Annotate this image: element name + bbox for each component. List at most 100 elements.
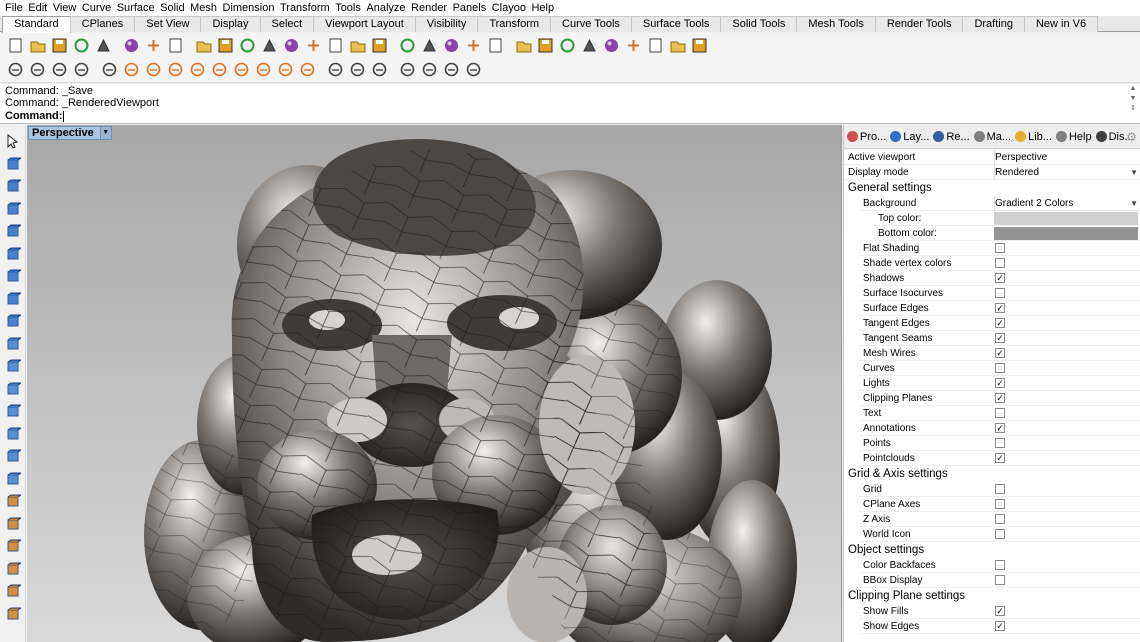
triangle-icon[interactable] xyxy=(164,59,186,81)
arc-icon[interactable] xyxy=(3,266,23,286)
setting-world-icon[interactable]: World Icon xyxy=(844,527,1140,542)
filter-icon[interactable] xyxy=(120,59,142,81)
tab-viewport-layout[interactable]: Viewport Layout xyxy=(313,16,416,32)
plane-icon[interactable] xyxy=(3,469,23,489)
car-icon[interactable] xyxy=(396,34,418,56)
globe-icon[interactable] xyxy=(666,34,688,56)
tab-curve-tools[interactable]: Curve Tools xyxy=(550,16,632,32)
tab-surface-tools[interactable]: Surface Tools xyxy=(630,16,722,32)
setting-z-axis-checkbox[interactable] xyxy=(995,514,1005,524)
menu-item-solid[interactable]: Solid xyxy=(158,0,188,16)
tab-select[interactable]: Select xyxy=(259,16,315,32)
setting-tangent-seams[interactable]: Tangent Seams ✓ xyxy=(844,331,1140,346)
lamp-icon[interactable] xyxy=(440,59,462,81)
setting-tangent-edges[interactable]: Tangent Edges ✓ xyxy=(844,316,1140,331)
setting-flat-shading[interactable]: Flat Shading xyxy=(844,241,1140,256)
tripod-icon[interactable] xyxy=(186,59,208,81)
print-icon[interactable] xyxy=(70,34,92,56)
command-prompt[interactable]: Command: xyxy=(5,110,65,123)
panel-tab-properties[interactable]: Pro... xyxy=(847,131,886,143)
render-sphere-icon[interactable] xyxy=(600,34,622,56)
box2-icon[interactable] xyxy=(368,59,390,81)
target-icon[interactable] xyxy=(462,59,484,81)
setting-top-color-swatch[interactable] xyxy=(994,212,1138,225)
dimension-icon[interactable] xyxy=(3,514,23,534)
curve-icon[interactable] xyxy=(3,334,23,354)
viewport-title-tab[interactable]: Perspective ▼ xyxy=(28,126,112,140)
setting-bottom-color[interactable]: Bottom color: xyxy=(844,226,1140,241)
tab-cplanes[interactable]: CPlanes xyxy=(69,16,136,32)
setting-background[interactable]: Background Gradient 2 Colors ▼ xyxy=(844,196,1140,211)
panel-tab-libraries[interactable]: Lib... xyxy=(1015,131,1052,143)
four-view-icon[interactable] xyxy=(368,34,390,56)
zoom-window-icon[interactable] xyxy=(280,34,302,56)
menu-item-dimension[interactable]: Dimension xyxy=(221,0,278,16)
brush-icon[interactable] xyxy=(418,59,440,81)
import-icon[interactable] xyxy=(92,34,114,56)
group-icon[interactable] xyxy=(3,604,23,624)
chevron-down-icon[interactable]: ▼ xyxy=(1130,165,1138,180)
chevron-down-icon[interactable]: ▼ xyxy=(99,127,111,139)
surface-icon[interactable] xyxy=(3,356,23,376)
setting-annotations-checkbox[interactable]: ✓ xyxy=(995,423,1005,433)
panel-tab-render[interactable]: Re... xyxy=(933,131,970,143)
layer-icon[interactable] xyxy=(512,34,534,56)
setting-world-icon-checkbox[interactable] xyxy=(995,529,1005,539)
copy-icon[interactable] xyxy=(142,34,164,56)
display-mode-select[interactable]: Rendered xyxy=(994,165,1039,180)
cup-icon[interactable] xyxy=(48,59,70,81)
tab-mesh-tools[interactable]: Mesh Tools xyxy=(796,16,876,32)
spiral-icon[interactable] xyxy=(230,59,252,81)
gear-solid-icon[interactable] xyxy=(3,491,23,511)
setting-color-backfaces-checkbox[interactable] xyxy=(995,560,1005,570)
paste-icon[interactable] xyxy=(164,34,186,56)
setting-shadows-checkbox[interactable]: ✓ xyxy=(995,273,1005,283)
select-arrow-icon[interactable] xyxy=(3,131,23,151)
pan-icon[interactable] xyxy=(214,34,236,56)
setting-top-color[interactable]: Top color: xyxy=(844,211,1140,226)
grid-icon[interactable] xyxy=(644,34,666,56)
setting-mesh-wires[interactable]: Mesh Wires ✓ xyxy=(844,346,1140,361)
help-icon[interactable] xyxy=(688,34,710,56)
setting-curves[interactable]: Curves xyxy=(844,361,1140,376)
menu-item-analyze[interactable]: Analyze xyxy=(364,0,409,16)
setting-mesh-wires-checkbox[interactable]: ✓ xyxy=(995,348,1005,358)
menu-item-help[interactable]: Help xyxy=(529,0,557,16)
tab-transform[interactable]: Transform xyxy=(477,16,552,32)
sphere-icon[interactable] xyxy=(556,34,578,56)
setting-annotations[interactable]: Annotations ✓ xyxy=(844,421,1140,436)
gears-icon[interactable] xyxy=(622,34,644,56)
setting-cplane-axes-checkbox[interactable] xyxy=(995,499,1005,509)
setting-grid-checkbox[interactable] xyxy=(995,484,1005,494)
setting-points-checkbox[interactable] xyxy=(995,438,1005,448)
tab-visibility[interactable]: Visibility xyxy=(414,16,479,32)
circle-icon[interactable] xyxy=(252,59,274,81)
tab-solid-tools[interactable]: Solid Tools xyxy=(720,16,798,32)
command-scrollbar[interactable]: ▲ ▼ ⇕ xyxy=(1128,84,1138,124)
cylinder-icon[interactable] xyxy=(3,446,23,466)
setting-z-axis[interactable]: Z Axis xyxy=(844,512,1140,527)
boolean-icon[interactable] xyxy=(3,424,23,444)
extrude-icon[interactable] xyxy=(3,379,23,399)
setting-surface-edges[interactable]: Surface Edges ✓ xyxy=(844,301,1140,316)
menu-item-panels[interactable]: Panels xyxy=(451,0,490,16)
transform-icon[interactable] xyxy=(3,559,23,579)
display-mode-row[interactable]: Display mode Rendered ▼ xyxy=(844,165,1140,180)
menu-item-file[interactable]: File xyxy=(3,0,26,16)
setting-lights-checkbox[interactable]: ✓ xyxy=(995,378,1005,388)
setting-cplane-axes[interactable]: CPlane Axes xyxy=(844,497,1140,512)
setting-tangent-seams-checkbox[interactable]: ✓ xyxy=(995,333,1005,343)
setting-text[interactable]: Text xyxy=(844,406,1140,421)
box-icon[interactable] xyxy=(346,59,368,81)
setting-pointclouds-checkbox[interactable]: ✓ xyxy=(995,453,1005,463)
panel-tab-materials[interactable]: Ma... xyxy=(973,131,1011,143)
monitor-icon[interactable] xyxy=(70,59,92,81)
setting-tangent-edges-checkbox[interactable]: ✓ xyxy=(995,318,1005,328)
circle-tool-icon[interactable] xyxy=(3,221,23,241)
panel-tab-layers[interactable]: Lay... xyxy=(890,131,929,143)
shaded-sphere-icon[interactable] xyxy=(578,34,600,56)
polygon-icon[interactable] xyxy=(3,311,23,331)
setting-bbox-display[interactable]: BBox Display xyxy=(844,573,1140,588)
setting-curves-checkbox[interactable] xyxy=(995,363,1005,373)
menu-item-curve[interactable]: Curve xyxy=(80,0,115,16)
